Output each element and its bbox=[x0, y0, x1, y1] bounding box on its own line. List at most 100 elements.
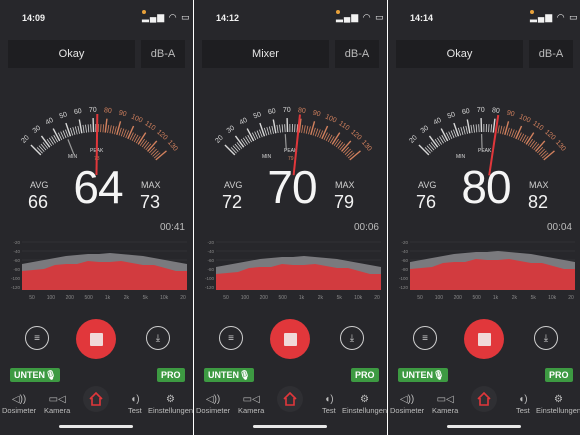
stop-record-button[interactable] bbox=[464, 319, 504, 359]
tab-camera[interactable]: ▭◁ Kamera bbox=[432, 394, 458, 415]
gauge-tick bbox=[497, 125, 500, 134]
pro-badge[interactable]: PRO bbox=[545, 368, 573, 382]
mode-selector[interactable]: Okay bbox=[396, 40, 523, 68]
microphone-badge[interactable]: UNTEN 🎙 bbox=[10, 368, 61, 382]
menu-button[interactable]: ≡ bbox=[25, 326, 49, 350]
tab-label: Einstellungen bbox=[342, 406, 387, 415]
tab-dosimeter[interactable]: ◁)) Dosimeter bbox=[196, 394, 230, 415]
menu-icon: ≡ bbox=[228, 332, 234, 344]
gauge-tick bbox=[508, 128, 513, 137]
gauge-scale-label: 70 bbox=[89, 107, 97, 114]
test-icon: ◖) bbox=[324, 394, 334, 405]
tab-settings[interactable]: ⚙ Einstellungen bbox=[536, 394, 580, 415]
save-button[interactable]: ⤓ bbox=[534, 326, 558, 350]
stop-record-button[interactable] bbox=[76, 319, 116, 359]
tab-home[interactable] bbox=[277, 386, 303, 412]
gauge-scale-label: 90 bbox=[506, 110, 515, 119]
spectrum-y-tick: -120 bbox=[11, 285, 21, 290]
status-time: 14:14 bbox=[410, 13, 434, 23]
gauge-tick bbox=[440, 128, 449, 142]
tab-settings[interactable]: ⚙ Einstellungen bbox=[148, 394, 193, 415]
gauge-tick bbox=[466, 119, 471, 134]
gauge-tick bbox=[499, 125, 503, 134]
gauge-tick bbox=[465, 125, 468, 134]
tab-label: Dosimeter bbox=[196, 406, 231, 415]
microphone-badge[interactable]: UNTEN 🎙 bbox=[398, 368, 449, 382]
spectrum-x-tick: 200 bbox=[260, 295, 269, 301]
mode-selector[interactable]: Okay bbox=[8, 40, 135, 68]
gauge-scale-label: 20 bbox=[214, 134, 225, 145]
gauge-tick bbox=[87, 124, 90, 133]
gauge-scale-label: 50 bbox=[59, 111, 69, 120]
gauge-tick bbox=[506, 127, 510, 136]
spectrum-x-tick: 100 bbox=[241, 295, 250, 301]
tab-label: Test bbox=[128, 406, 142, 415]
gauge-tick bbox=[72, 127, 76, 135]
tab-camera[interactable]: ▭◁ Kamera bbox=[238, 394, 264, 415]
gauge-scale-label: 30 bbox=[226, 125, 237, 135]
spectrum-x-tick: 5k bbox=[337, 295, 343, 301]
download-icon: ⤓ bbox=[543, 332, 549, 344]
gauge-tick bbox=[246, 128, 255, 142]
tab-test[interactable]: ◖) Test bbox=[128, 394, 142, 415]
stop-icon bbox=[477, 332, 491, 346]
tab-test[interactable]: ◖) Test bbox=[322, 394, 336, 415]
gauge-scale-label: 130 bbox=[166, 139, 179, 153]
weighting-selector[interactable]: dB-A bbox=[335, 40, 379, 68]
signal-icon: ▂▄▆ bbox=[142, 12, 166, 22]
gauge-tick bbox=[109, 125, 112, 134]
stop-icon bbox=[283, 332, 297, 346]
spectrum-x-tick: 50 bbox=[417, 295, 423, 301]
spectrum-y-tick: -40 bbox=[207, 249, 214, 254]
pro-badge[interactable]: PRO bbox=[157, 368, 185, 382]
tab-camera[interactable]: ▭◁ Kamera bbox=[44, 394, 70, 415]
tab-home[interactable] bbox=[83, 386, 109, 412]
spectrum-x-tick: 200 bbox=[66, 295, 75, 301]
signal-icon: ▂▄▆ bbox=[336, 12, 360, 22]
tab-test[interactable]: ◖) Test bbox=[516, 394, 530, 415]
gauge-scale-label: 100 bbox=[518, 113, 532, 124]
pro-badge[interactable]: PRO bbox=[351, 368, 379, 382]
tab-dosimeter[interactable]: ◁)) Dosimeter bbox=[2, 394, 36, 415]
save-button[interactable]: ⤓ bbox=[340, 326, 364, 350]
gauge-scale-label: 40 bbox=[239, 117, 249, 127]
spectrum-x-tick: 5k bbox=[531, 295, 537, 301]
gauge-tick bbox=[475, 124, 478, 133]
spectrum-x-tick: 500 bbox=[472, 295, 481, 301]
spectrum-y-tick: -60 bbox=[207, 258, 214, 263]
mode-selector[interactable]: Mixer bbox=[202, 40, 329, 68]
menu-button[interactable]: ≡ bbox=[413, 326, 437, 350]
max-value: 82 bbox=[528, 192, 549, 212]
tab-label: Kamera bbox=[432, 406, 459, 415]
phone-screen: 14:09 ▂▄▆ ◠ ▭ Okay dB-A 20 30 40 50 60 70 80 90 100 1… bbox=[0, 0, 193, 435]
gauge-tick bbox=[120, 128, 125, 137]
menu-button[interactable]: ≡ bbox=[219, 326, 243, 350]
microphone-icon: 🎙 bbox=[433, 369, 445, 380]
gauge-scale-label: 110 bbox=[531, 120, 544, 132]
gauge-scale-label: 130 bbox=[554, 139, 567, 153]
weighting-selector[interactable]: dB-A bbox=[529, 40, 573, 68]
tab-settings[interactable]: ⚙ Einstellungen bbox=[342, 394, 387, 415]
stop-record-button[interactable] bbox=[270, 319, 310, 359]
gauge-tick bbox=[308, 126, 311, 135]
weighting-selector[interactable]: dB-A bbox=[141, 40, 185, 68]
gauge-scale-label: 80 bbox=[104, 107, 113, 115]
gauge-tick bbox=[453, 122, 460, 137]
gauge-scale-label: 120 bbox=[349, 129, 362, 142]
gauge-tick bbox=[263, 127, 268, 136]
save-button[interactable]: ⤓ bbox=[146, 326, 170, 350]
microphone-badge[interactable]: UNTEN 🎙 bbox=[204, 368, 255, 382]
gauge-tick bbox=[492, 118, 496, 133]
phone-screen: 14:14 ▂▄▆ ◠ ▭ Okay dB-A 20 30 40 50 60 70 80 90 100 1… bbox=[388, 0, 580, 435]
microphone-icon: 🎙 bbox=[45, 369, 57, 380]
tab-home[interactable] bbox=[471, 386, 497, 412]
current-db-value: 80 bbox=[461, 161, 511, 213]
tab-label: Dosimeter bbox=[390, 406, 425, 415]
tab-dosimeter[interactable]: ◁)) Dosimeter bbox=[390, 394, 424, 415]
settings-icon: ⚙ bbox=[554, 394, 563, 405]
gauge-tick bbox=[69, 127, 74, 136]
gauge-scale-label: 20 bbox=[408, 134, 419, 145]
gauge-tick bbox=[321, 125, 329, 140]
spectrum-y-tick: -40 bbox=[13, 249, 20, 254]
avg-value: 76 bbox=[416, 192, 437, 212]
